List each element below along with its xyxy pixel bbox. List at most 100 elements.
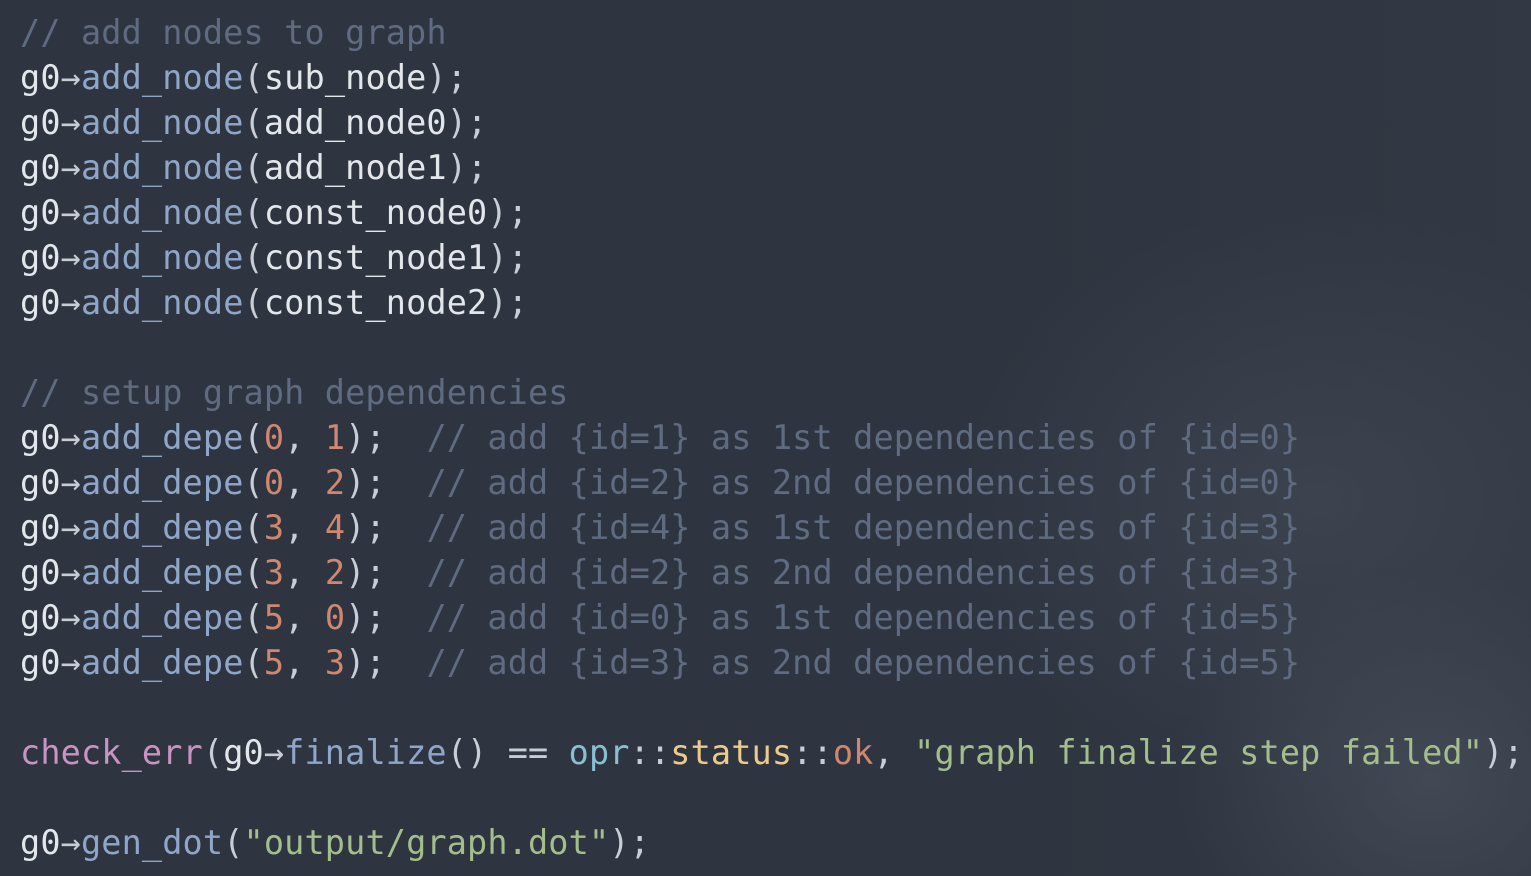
code-line: g0→add_node(add_node1);	[20, 145, 1531, 190]
function-token: add_depe	[80, 463, 244, 502]
punctuation-token: (	[243, 103, 264, 142]
punctuation-token	[548, 733, 568, 772]
identifier-token: g0	[20, 193, 61, 232]
identifier-token: g0	[20, 418, 61, 457]
string-token: "output/graph.dot"	[243, 823, 610, 862]
punctuation-token: ,	[284, 463, 325, 502]
punctuation-token: );	[345, 418, 427, 457]
comment-line: // add nodes to graph	[20, 10, 1531, 55]
punctuation-token: (	[243, 553, 264, 592]
code-editor[interactable]: // add nodes to graph g0→add_node(sub_nod…	[20, 10, 1531, 865]
punctuation-token: ,	[284, 643, 325, 682]
identifier-token: const_node1	[263, 238, 488, 277]
identifier-token: g0	[20, 238, 61, 277]
identifier-token: g0	[20, 598, 61, 637]
punctuation-token: (	[223, 823, 244, 862]
identifier-token: const_node2	[263, 283, 488, 322]
operator-token: ::	[792, 733, 833, 772]
comment-token: // setup graph dependencies	[20, 373, 569, 412]
number-token: 1	[324, 418, 346, 457]
function-token: add_depe	[80, 643, 244, 682]
code-line: g0→add_node(sub_node);	[20, 55, 1531, 100]
function-token: add_node	[80, 148, 244, 187]
punctuation-token: );	[487, 193, 529, 232]
identifier-token: g0	[20, 463, 61, 502]
punctuation-token: (	[243, 418, 264, 457]
punctuation-token: );	[446, 103, 488, 142]
punctuation-token: );	[345, 553, 427, 592]
comment-token: // add {id=2} as 2nd dependencies of {id…	[426, 553, 1301, 592]
operator-token: →	[60, 553, 81, 592]
function-token: finalize	[284, 733, 447, 772]
punctuation-token: ,	[284, 598, 325, 637]
function-token: add_node	[80, 58, 244, 97]
punctuation-token: );	[345, 643, 427, 682]
punctuation-token: (	[243, 463, 264, 502]
number-token: 2	[324, 553, 346, 592]
punctuation-token: (	[243, 643, 264, 682]
code-line: g0→add_node(add_node0);	[20, 100, 1531, 145]
operator-token: ::	[629, 733, 671, 772]
operator-token: →	[60, 283, 81, 322]
code-line: g0→add_depe(0, 2); // add {id=2} as 2nd …	[20, 460, 1531, 505]
operator-token: →	[60, 418, 81, 457]
code-line: g0→add_node(const_node1);	[20, 235, 1531, 280]
operator-token: →	[60, 58, 81, 97]
punctuation-token: ,	[873, 733, 915, 772]
operator-token: →	[60, 148, 81, 187]
punctuation-token: ,	[284, 508, 325, 547]
punctuation-token: (	[243, 598, 264, 637]
function-token: add_node	[80, 193, 244, 232]
constant-token: ok	[832, 733, 874, 772]
number-token: 4	[324, 508, 346, 547]
punctuation-token: );	[487, 238, 529, 277]
comment-token: // add {id=4} as 1st dependencies of {id…	[426, 508, 1301, 547]
number-token: 0	[263, 463, 285, 502]
comment-token: // add nodes to graph	[20, 13, 447, 52]
operator-token: →	[60, 193, 81, 232]
comment-token: // add {id=0} as 1st dependencies of {id…	[426, 598, 1301, 637]
punctuation-token: );	[426, 58, 468, 97]
function-token: gen_dot	[80, 823, 224, 862]
number-token: 3	[324, 643, 346, 682]
operator-token: →	[60, 508, 81, 547]
operator-token: →	[60, 238, 81, 277]
punctuation-token: );	[487, 283, 529, 322]
blank-line: ​	[20, 685, 1531, 730]
identifier-token: g0	[20, 283, 61, 322]
operator-token: →	[60, 823, 81, 862]
punctuation-token: );	[345, 598, 427, 637]
operator-token: →	[60, 103, 81, 142]
function-token: add_node	[80, 283, 244, 322]
operator-token: →	[60, 598, 81, 637]
comment-token: // add {id=3} as 2nd dependencies of {id…	[426, 643, 1301, 682]
code-line: check_err(g0→finalize() == opr::status::…	[20, 730, 1531, 775]
function-token: add_node	[80, 103, 244, 142]
function-token: add_depe	[80, 553, 244, 592]
function-token: add_depe	[80, 508, 244, 547]
number-token: 5	[263, 598, 285, 637]
identifier-token: g0	[20, 643, 61, 682]
string-token: "graph finalize step failed"	[914, 733, 1484, 772]
operator-token: →	[263, 733, 285, 772]
identifier-token: g0	[223, 733, 264, 772]
code-line: g0→add_depe(5, 3); // add {id=3} as 2nd …	[20, 640, 1531, 685]
code-line: g0→add_depe(5, 0); // add {id=0} as 1st …	[20, 595, 1531, 640]
punctuation-token: );	[345, 463, 427, 502]
punctuation-token: (	[243, 508, 264, 547]
identifier-token: g0	[20, 553, 61, 592]
code-line: g0→add_depe(0, 1); // add {id=1} as 1st …	[20, 415, 1531, 460]
punctuation-token: );	[345, 508, 427, 547]
punctuation-token: ,	[284, 418, 325, 457]
punctuation-token: );	[609, 823, 650, 862]
comment-token: // add {id=2} as 2nd dependencies of {id…	[426, 463, 1301, 502]
number-token: 3	[263, 553, 285, 592]
identifier-token: g0	[20, 58, 61, 97]
comment-line: // setup graph dependencies	[20, 370, 1531, 415]
identifier-token: add_node1	[263, 148, 447, 187]
number-token: 0	[263, 418, 285, 457]
comment-token: // add {id=1} as 1st dependencies of {id…	[426, 418, 1301, 457]
number-token: 0	[324, 598, 346, 637]
punctuation-token: (	[243, 193, 264, 232]
punctuation-token: ()	[446, 733, 508, 772]
